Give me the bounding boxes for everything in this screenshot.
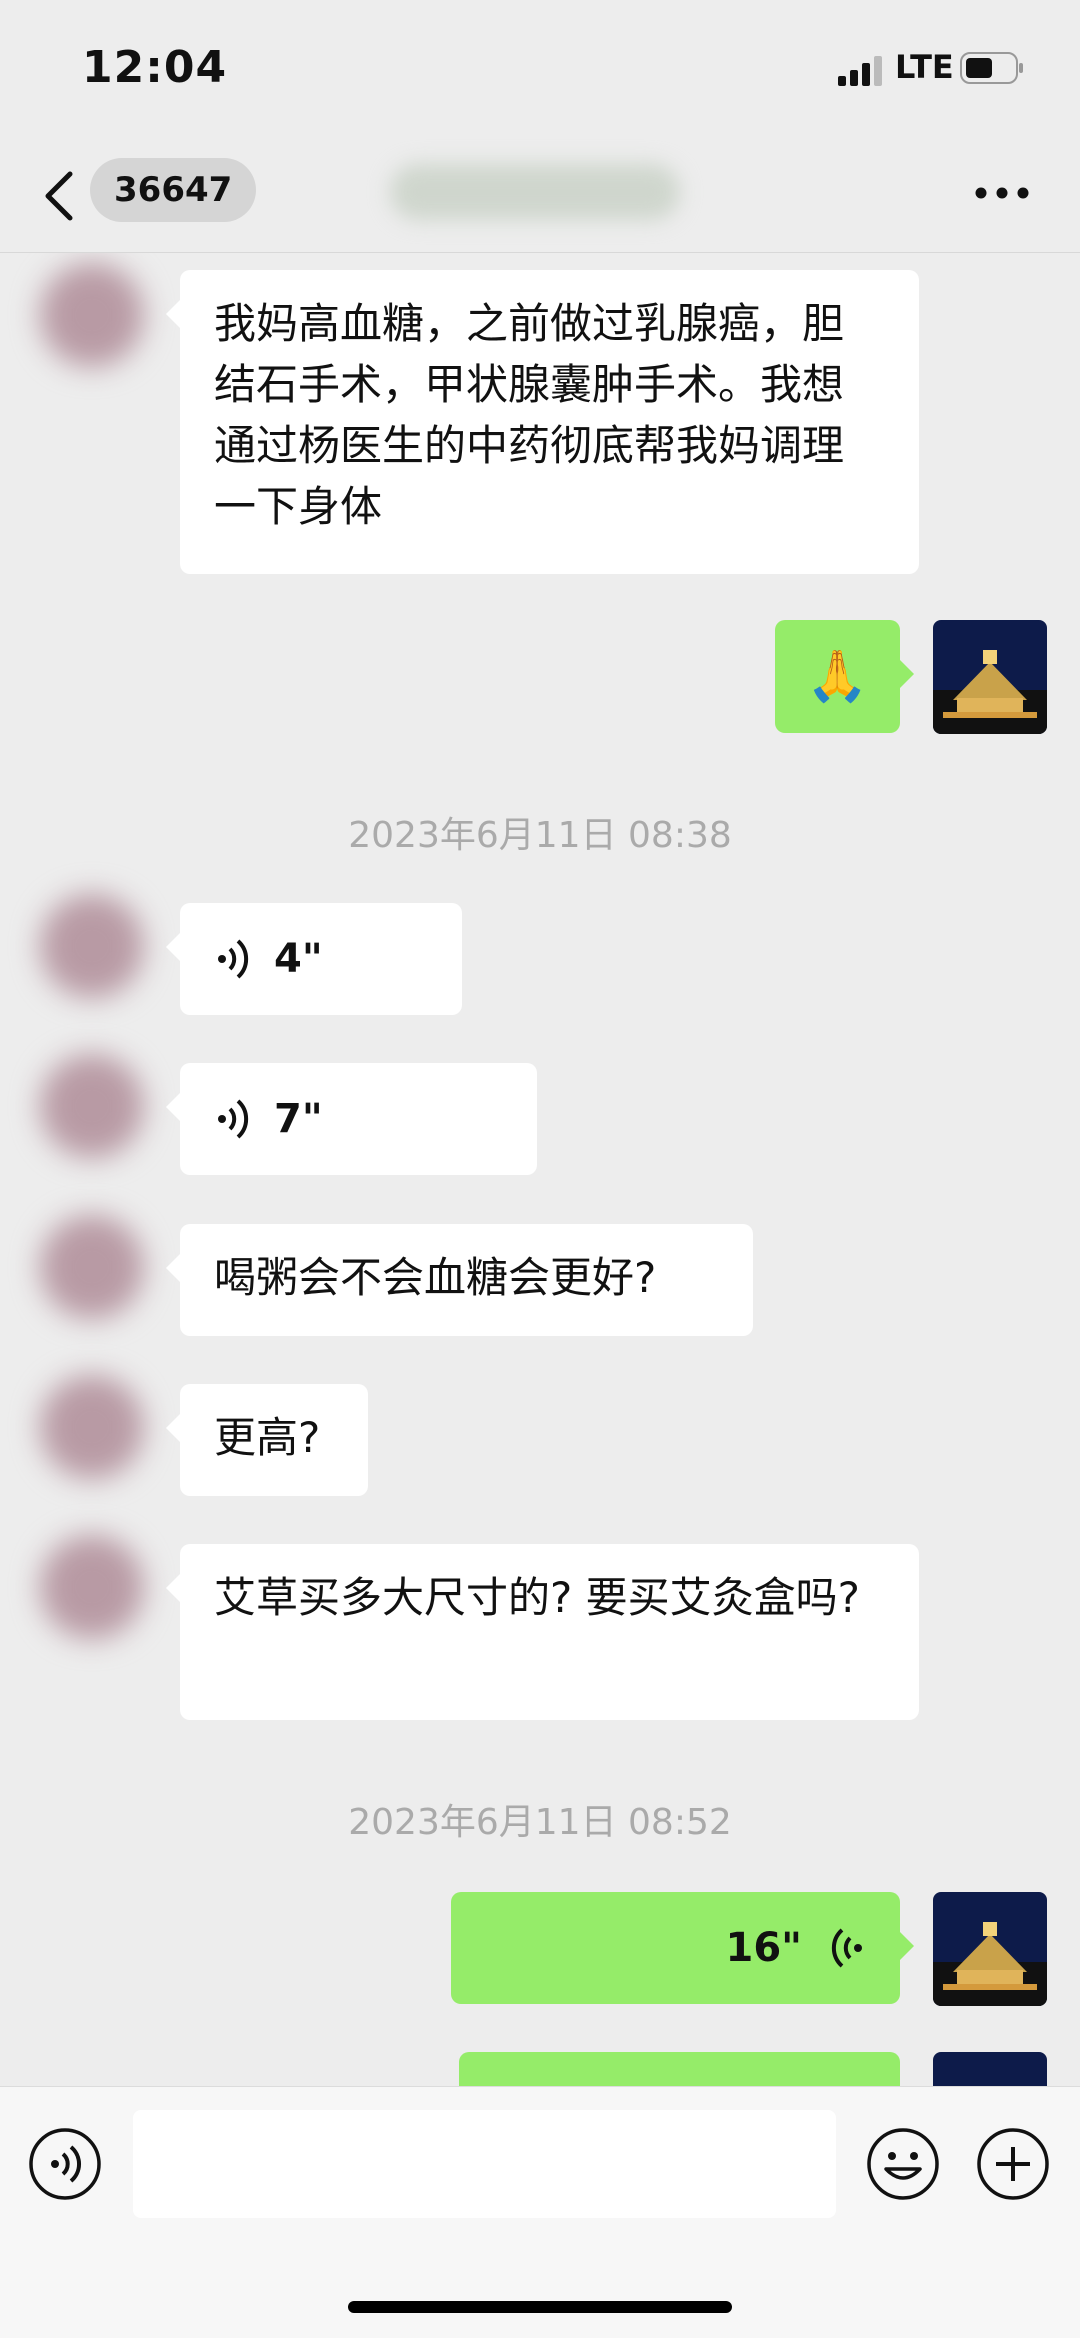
network-label: LTE: [895, 48, 954, 86]
back-chevron-icon[interactable]: [40, 166, 80, 226]
message-bubble[interactable]: 艾草买多大尺寸的? 要买艾灸盒吗?: [166, 1544, 919, 1720]
contact-avatar[interactable]: [40, 1215, 144, 1319]
unread-count-badge[interactable]: 36647: [90, 158, 257, 222]
voice-message[interactable]: 4": [166, 903, 462, 1015]
voice-wave-icon: [831, 1928, 862, 1968]
voice-duration: 16": [725, 1924, 802, 1971]
status-bar: 12:04 LTE: [0, 0, 1080, 140]
temple-night-image: [933, 620, 1047, 734]
plus-icon[interactable]: [976, 2127, 1050, 2201]
voice-message[interactable]: [459, 2052, 900, 2086]
battery-icon: [960, 52, 1023, 84]
voice-duration: 4": [274, 935, 323, 982]
home-indicator[interactable]: [348, 2301, 732, 2313]
message-bubble[interactable]: 喝粥会不会血糖会更好?: [166, 1224, 753, 1336]
voice-mode-icon[interactable]: [28, 2127, 102, 2201]
temple-night-image: [933, 1892, 1047, 2006]
message-input[interactable]: [133, 2110, 836, 2218]
timestamp: 2023年6月11日 08:52: [348, 1802, 732, 1843]
voice-duration: 7": [274, 1095, 323, 1142]
signal-icon: [838, 56, 882, 86]
chat-title: [390, 164, 680, 220]
status-time: 12:04: [82, 42, 228, 93]
message-text: 更高?: [214, 1413, 321, 1462]
voice-wave-icon: [218, 1099, 249, 1139]
timestamp: 2023年6月11日 08:38: [348, 815, 732, 856]
contact-avatar[interactable]: [40, 1054, 144, 1158]
more-options-icon[interactable]: [972, 178, 1032, 208]
message-bubble[interactable]: 我妈高血糖，之前做过乳腺癌，胆结石手术，甲状腺囊肿手术。我想通过杨医生的中药彻底…: [166, 270, 919, 574]
emoji-icon[interactable]: [866, 2127, 940, 2201]
my-avatar[interactable]: [933, 2052, 1047, 2086]
message-bubble[interactable]: 更高?: [166, 1384, 368, 1496]
voice-wave-icon: [218, 939, 249, 979]
message-text: 我妈高血糖，之前做过乳腺癌，胆结石手术，甲状腺囊肿手术。我想通过杨医生的中药彻底…: [214, 299, 845, 531]
message-text: 喝粥会不会血糖会更好?: [214, 1253, 657, 1302]
contact-avatar[interactable]: [40, 263, 144, 367]
contact-avatar[interactable]: [40, 1535, 144, 1639]
voice-message[interactable]: 16": [451, 1892, 914, 2004]
voice-message[interactable]: 7": [166, 1063, 537, 1175]
message-list[interactable]: 我妈高血糖，之前做过乳腺癌，胆结石手术，甲状腺囊肿手术。我想通过杨医生的中药彻底…: [0, 253, 1080, 2086]
contact-avatar[interactable]: [40, 1375, 144, 1479]
message-bubble[interactable]: 🙏: [775, 620, 914, 733]
my-avatar[interactable]: [933, 1892, 1047, 2006]
my-avatar[interactable]: [933, 620, 1047, 734]
chat-header: 36647: [0, 140, 1080, 253]
contact-avatar[interactable]: [40, 894, 144, 998]
emoji-pray: 🙏: [806, 647, 869, 705]
message-text: 艾草买多大尺寸的? 要买艾灸盒吗?: [214, 1573, 860, 1622]
